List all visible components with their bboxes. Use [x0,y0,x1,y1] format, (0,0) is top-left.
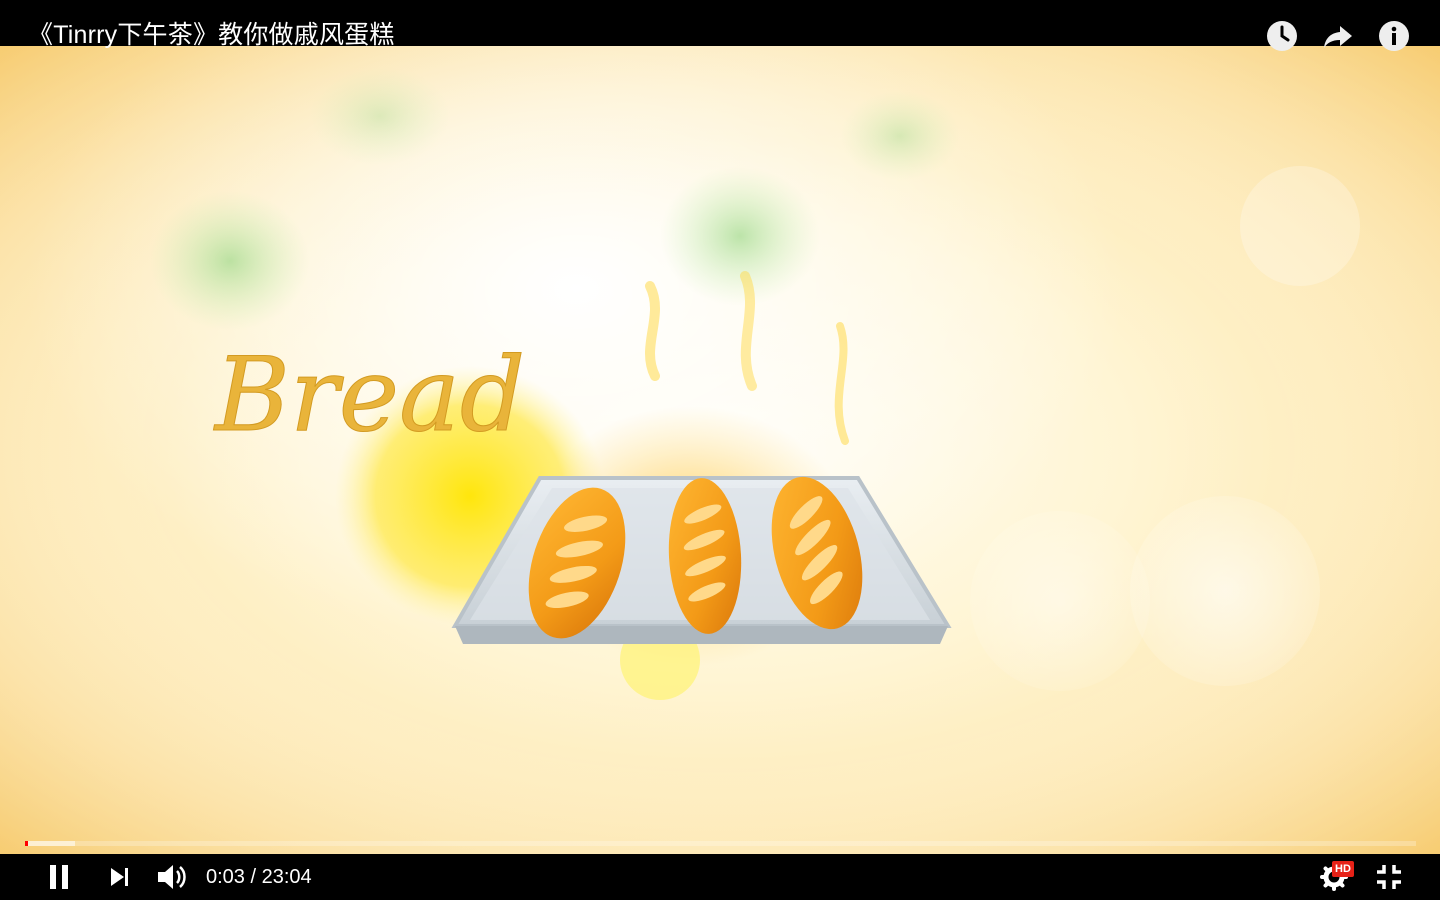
progress-played [25,841,28,846]
exit-fullscreen-button[interactable] [1371,860,1407,894]
skip-next-icon [111,868,128,886]
pause-icon [50,865,68,889]
video-frame[interactable]: Bread [0,46,1440,854]
watch-later-icon [1267,21,1297,51]
video-title[interactable]: 《Tinrry下午茶》教你做戚风蛋糕 [28,18,395,52]
exit-fullscreen-icon [1377,865,1401,889]
bread-title-text: Bread [213,336,525,455]
time-display: 0:03 / 23:04 [206,866,312,888]
control-bar: 0:03 / 23:04 HD [0,854,1440,900]
info-icon [1379,21,1409,51]
top-bar: 《Tinrry下午茶》教你做戚风蛋糕 [0,0,1440,51]
watch-later-button[interactable] [1266,20,1298,52]
info-button[interactable] [1378,20,1410,52]
share-icon [1324,26,1352,48]
top-actions [1266,20,1410,52]
video-player[interactable]: 《Tinrry下午茶》教你做戚风蛋糕 Bread 0:03 / 23:04 HD [0,0,1440,900]
progress-buffered [25,841,75,846]
pause-button[interactable] [41,860,77,894]
share-button[interactable] [1322,20,1354,52]
progress-bar[interactable] [25,841,1416,846]
video-scene: Bread [0,46,1440,854]
volume-icon [158,865,186,889]
volume-button[interactable] [154,860,190,894]
next-button[interactable] [102,860,138,894]
hd-badge: HD [1332,861,1354,877]
